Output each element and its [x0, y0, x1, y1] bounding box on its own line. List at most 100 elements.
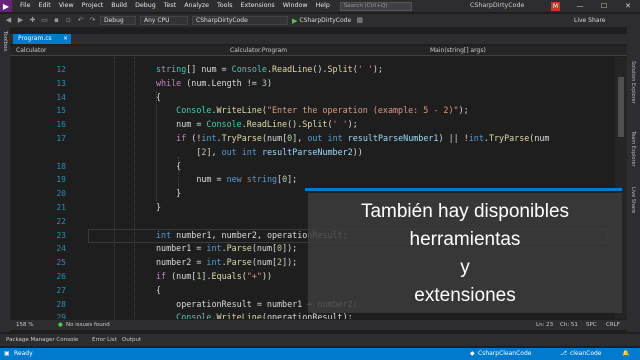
toolbox-tab[interactable]: Toolbox — [2, 31, 8, 52]
menu-bar: File Edit View Project Build Debug Test … — [12, 0, 412, 12]
subtitle-line: extensiones — [414, 285, 516, 306]
check-icon: ● — [58, 322, 63, 328]
startup-project-select[interactable]: CSharpDirtyCode — [192, 16, 288, 25]
scrollbar-thumb[interactable] — [618, 77, 624, 137]
start-debugging-button[interactable]: ▶ CSharpDirtyCode — [292, 17, 351, 25]
tab-error-list[interactable]: Error List — [92, 334, 117, 346]
subtitle-accent-bar — [305, 188, 622, 191]
open-icon[interactable]: ▭ — [40, 16, 49, 25]
back-icon[interactable]: ◀ — [4, 16, 13, 25]
line-number: 12 — [56, 65, 66, 74]
line-number: 14 — [56, 92, 66, 102]
redo-icon[interactable]: ↷ — [88, 16, 97, 25]
line-number: 13 — [56, 78, 66, 88]
left-tool-strip: Toolbox — [0, 27, 10, 332]
column-indicator: Ch: 51 — [560, 322, 578, 328]
live-share-button[interactable]: Live Share — [574, 14, 605, 27]
line-ending-indicator[interactable]: CRLF — [606, 320, 620, 330]
line-number: 19 — [56, 175, 66, 185]
team-explorer-tab[interactable]: Team Explorer — [630, 131, 636, 167]
navigation-bar: Calculator Calculator.Program Main(strin… — [10, 46, 627, 56]
bottom-tool-tabs: Package Manager Console Error List Outpu… — [0, 334, 640, 346]
menu-analyze[interactable]: Analyze — [180, 0, 213, 12]
menu-tools[interactable]: Tools — [213, 0, 237, 12]
line-number: 27 — [56, 285, 66, 295]
menu-help[interactable]: Help — [312, 0, 334, 12]
document-tab-bar: Program.cs × — [10, 34, 627, 44]
line-number: 29 — [56, 313, 66, 319]
tab-output[interactable]: Output — [122, 334, 141, 346]
platform-select[interactable]: Any CPU — [140, 16, 188, 25]
save-icon[interactable]: ▪ — [52, 16, 61, 25]
tab-package-manager-console[interactable]: Package Manager Console — [6, 334, 78, 346]
indent-guide — [134, 57, 135, 319]
branch-name[interactable]: cleanCode — [570, 348, 602, 360]
line-numbers: 12 13 14 15 16 17 18 19 20 21 22 23 24 2… — [12, 63, 66, 319]
subtitle-overlay: También hay disponibles herramientas y e… — [308, 193, 622, 313]
subtitle-line: También hay disponibles — [360, 201, 570, 222]
menu-window[interactable]: Window — [279, 0, 312, 12]
editor-status-row: 158 % ● No issues found Ln: 23 Ch: 51 SP… — [10, 320, 627, 330]
window-controls: — ☐ ✕ — [568, 0, 640, 12]
line-indicator: Ln: 23 — [536, 322, 554, 328]
menu-debug[interactable]: Debug — [131, 0, 160, 12]
tab-program-cs[interactable]: Program.cs × — [13, 34, 71, 44]
minimize-icon[interactable]: — — [568, 0, 592, 12]
line-number: 17 — [56, 133, 66, 143]
avatar[interactable]: M — [551, 2, 560, 11]
line-number: 15 — [56, 106, 66, 116]
line-number: 24 — [56, 244, 66, 254]
solution-title: CSharpDirtyCode — [470, 2, 525, 9]
maximize-icon[interactable]: ☐ — [592, 0, 616, 12]
line-number: 21 — [56, 202, 66, 212]
class-dropdown[interactable]: Calculator.Program — [230, 46, 287, 56]
project-dropdown[interactable]: Calculator — [16, 46, 46, 56]
line-number: 28 — [56, 299, 66, 309]
play-icon: ▶ — [292, 16, 298, 25]
line-number: 23 — [56, 230, 66, 240]
indent-guide — [114, 57, 115, 319]
menu-file[interactable]: File — [16, 0, 35, 12]
tab-label: Program.cs — [18, 35, 52, 42]
forward-icon[interactable]: ▶ — [16, 16, 25, 25]
menu-view[interactable]: View — [55, 0, 78, 12]
right-tool-strip: Solution Explorer Team Explorer Live Sha… — [627, 27, 640, 332]
line-number: 26 — [56, 271, 66, 281]
search-input[interactable]: Search (Ctrl+Q) — [339, 1, 412, 11]
line-number: 20 — [56, 189, 66, 199]
menu-project[interactable]: Project — [78, 0, 108, 12]
zoom-level[interactable]: 158 % — [16, 320, 33, 330]
configuration-select[interactable]: Debug — [100, 16, 136, 25]
ready-icon: ▣ — [4, 350, 10, 357]
undo-icon[interactable]: ↶ — [76, 16, 85, 25]
notifications-icon[interactable]: 🔔 — [622, 348, 629, 360]
branch-icon: ⎇ — [560, 350, 567, 357]
menu-test[interactable]: Test — [160, 0, 180, 12]
subtitle-line: y — [460, 257, 470, 278]
method-dropdown[interactable]: Main(string[] args) — [430, 46, 486, 56]
live-share-tab[interactable]: Live Share — [630, 187, 636, 213]
line-number — [12, 146, 66, 160]
toolbar: ◀ ▶ ✚ ▭ ▪ ▫ ↶ ↷ Debug Any CPU CSharpDirt… — [0, 14, 640, 27]
whitespace-indicator[interactable]: SPC — [586, 320, 597, 330]
repo-icon: ◆ — [470, 350, 475, 357]
ready-status: Ready — [14, 350, 33, 357]
start-debugging-label: CSharpDirtyCode — [299, 17, 352, 24]
line-number: 22 — [56, 216, 66, 226]
line-number: 25 — [56, 258, 66, 268]
new-item-icon[interactable]: ✚ — [28, 16, 37, 25]
menu-edit[interactable]: Edit — [35, 0, 55, 12]
title-bar: ▶ File Edit View Project Build Debug Tes… — [0, 0, 640, 12]
subtitle-line: herramientas — [409, 229, 521, 250]
menu-build[interactable]: Build — [107, 0, 131, 12]
save-all-icon[interactable]: ▫ — [64, 16, 73, 25]
toolbar-misc-icon[interactable]: ▦ — [355, 16, 364, 25]
close-icon[interactable]: × — [63, 34, 68, 44]
line-number: 18 — [56, 161, 66, 171]
status-bar: ▣ Ready ◆ CsharpCleanCode ⎇ cleanCode 🔔 — [0, 348, 640, 360]
solution-explorer-tab[interactable]: Solution Explorer — [630, 61, 636, 104]
menu-extensions[interactable]: Extensions — [237, 0, 279, 12]
close-window-icon[interactable]: ✕ — [616, 0, 640, 12]
issues-status[interactable]: No issues found — [66, 320, 110, 330]
repository-name[interactable]: CsharpCleanCode — [478, 348, 531, 360]
